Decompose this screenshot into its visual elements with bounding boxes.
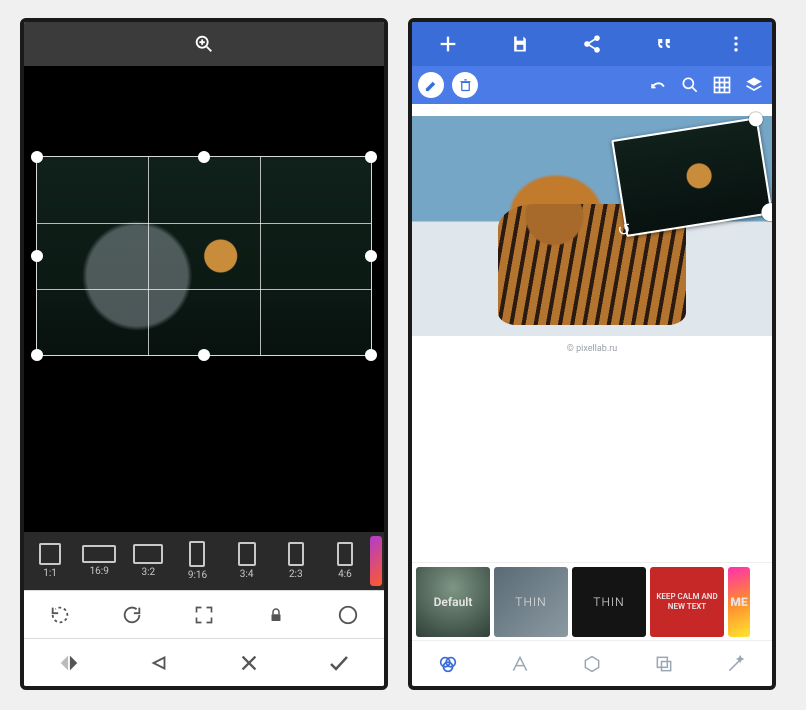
ratio-16-9[interactable]: 16:9 [75, 545, 123, 577]
fullscreen-icon[interactable] [192, 603, 216, 627]
shape-tab-icon[interactable] [580, 652, 604, 676]
cancel-icon[interactable] [237, 651, 261, 675]
design-canvas[interactable]: ↺ © pixellab.ru [412, 104, 772, 562]
zoom-bar [24, 22, 384, 66]
preset-keepcalm[interactable]: KEEP CALM AND NEW TEXT [650, 567, 724, 637]
save-icon[interactable] [508, 32, 532, 56]
ratio-label: 9:16 [188, 570, 207, 581]
caption: © pixellab.ru [412, 344, 772, 354]
magic-tab-icon[interactable] [724, 652, 748, 676]
ratio-label: 3:2 [142, 567, 156, 578]
selection-toolbar [412, 66, 772, 104]
ratio-label: 3:4 [240, 569, 254, 580]
crop-image [37, 157, 371, 355]
ratio-1-1[interactable]: 1:1 [26, 543, 74, 579]
preset-label: Default [434, 595, 473, 609]
ratio-label: 2:3 [289, 569, 303, 580]
share-icon[interactable] [580, 32, 604, 56]
flip-vertical-icon[interactable] [147, 651, 171, 675]
add-icon[interactable] [436, 32, 460, 56]
ratio-label: 1:1 [43, 568, 57, 579]
more-icon[interactable] [724, 32, 748, 56]
preset-default[interactable]: Default [416, 567, 490, 637]
lock-icon[interactable] [264, 603, 288, 627]
ratio-3-4[interactable]: 3:4 [223, 542, 271, 580]
preset-me[interactable]: ME [728, 567, 750, 637]
crop-handle-tr[interactable] [365, 151, 377, 163]
action-row [24, 638, 384, 686]
zoom-in-icon[interactable] [192, 32, 216, 56]
crop-handle-bc[interactable] [198, 349, 210, 361]
undo-icon[interactable] [646, 73, 670, 97]
crop-frame[interactable] [36, 156, 372, 356]
overlay-tab-icon[interactable] [652, 652, 676, 676]
preset-row: Default THIN THIN KEEP CALM AND NEW TEXT… [412, 562, 772, 640]
preset-label: THIN [593, 595, 624, 609]
text-tab-icon[interactable] [508, 652, 532, 676]
aspect-ratio-row: 1:1 16:9 3:2 9:16 3:4 2:3 4:6 [24, 532, 384, 590]
ratio-label: 4:6 [338, 569, 352, 580]
tool-row [24, 590, 384, 638]
flip-horizontal-icon[interactable] [57, 651, 81, 675]
ratio-3-2[interactable]: 3:2 [124, 544, 172, 578]
top-toolbar [412, 22, 772, 66]
preset-label: ME [730, 595, 747, 609]
layers-icon[interactable] [742, 73, 766, 97]
design-editor-phone: ↺ © pixellab.ru Default THIN THIN KEEP C… [408, 18, 776, 690]
crop-handle-ml[interactable] [31, 250, 43, 262]
confirm-icon[interactable] [327, 651, 351, 675]
edit-button[interactable] [418, 72, 444, 98]
filters-tab-icon[interactable] [436, 652, 460, 676]
crop-handle-tl[interactable] [31, 151, 43, 163]
ratio-more-peek[interactable] [370, 536, 382, 586]
ratio-2-3[interactable]: 2:3 [272, 542, 320, 580]
rotate-cw-icon[interactable] [120, 603, 144, 627]
rotate-ccw-icon[interactable] [48, 603, 72, 627]
crop-editor-phone: 1:1 16:9 3:2 9:16 3:4 2:3 4:6 [20, 18, 388, 690]
ellipse-crop-icon[interactable] [336, 603, 360, 627]
ratio-9-16[interactable]: 9:16 [173, 541, 221, 581]
crop-handle-bl[interactable] [31, 349, 43, 361]
rotate-handle-icon[interactable]: ↺ [616, 219, 632, 240]
crop-canvas[interactable] [24, 66, 384, 532]
preset-thin-1[interactable]: THIN [494, 567, 568, 637]
ratio-4-6[interactable]: 4:6 [321, 542, 369, 580]
zoom-icon[interactable] [678, 73, 702, 97]
crop-handle-tc[interactable] [198, 151, 210, 163]
bottom-tab-row [412, 640, 772, 686]
delete-button[interactable] [452, 72, 478, 98]
quote-icon[interactable] [652, 32, 676, 56]
preset-thin-2[interactable]: THIN [572, 567, 646, 637]
ratio-label: 16:9 [90, 566, 109, 577]
crop-handle-br[interactable] [365, 349, 377, 361]
grid-icon[interactable] [710, 73, 734, 97]
crop-handle-mr[interactable] [365, 250, 377, 262]
preset-label: THIN [515, 595, 546, 609]
preset-label: KEEP CALM AND NEW TEXT [654, 592, 720, 611]
